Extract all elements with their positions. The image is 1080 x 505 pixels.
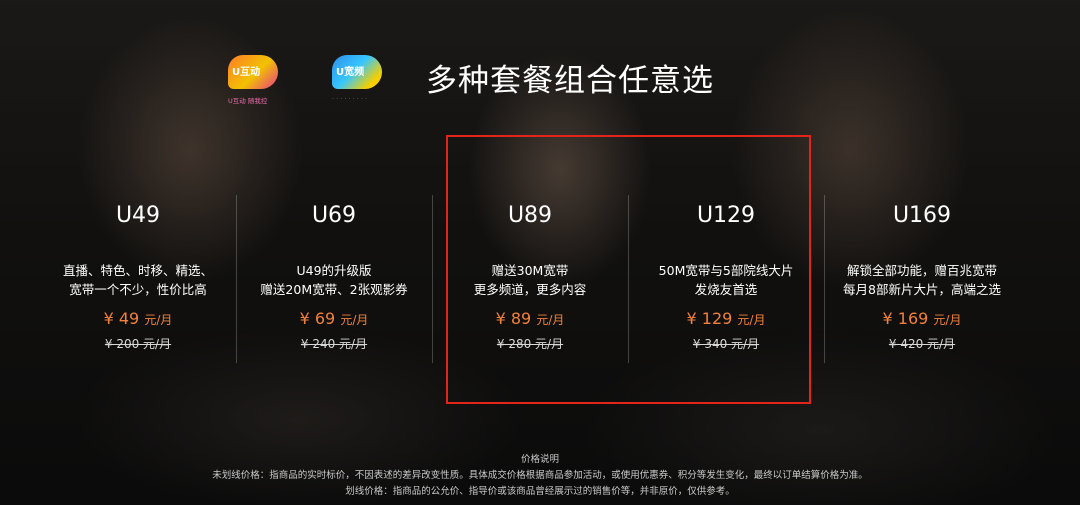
- plan-desc-line2: 宽带一个不少，性价比高: [69, 282, 207, 297]
- plan-price-unit: 元/月: [933, 313, 962, 327]
- u-broadband-logo-tag: U宽频: [336, 67, 365, 78]
- u-interact-logo-tag: U互动: [232, 67, 261, 78]
- u-broadband-logo: U宽频 · · · · · · · · ·: [332, 55, 384, 103]
- price-notes-line1: 未划线价格：指商品的实时标价，不因表述的差异改变性质。具体成交价格根据商品参加活…: [212, 470, 868, 481]
- plan-card-u169[interactable]: U169 解锁全部功能，赠百兆宽带 每月8部新片大片，高端之选 ¥ 169 元/…: [824, 195, 1020, 365]
- plan-price: ¥ 169 元/月: [824, 309, 1020, 331]
- plan-name: U69: [311, 203, 357, 228]
- u-broadband-logo-slogan: · · · · · · · · ·: [332, 95, 368, 103]
- u-interact-logo-slogan: U互动 随我控: [228, 97, 268, 105]
- plan-price-amount: ¥ 49: [103, 309, 140, 328]
- plan-price: ¥ 69 元/月: [236, 309, 432, 331]
- page-title: 多种套餐组合任意选: [426, 63, 714, 99]
- plan-price-amount: ¥ 169: [882, 309, 929, 328]
- plan-name: U169: [892, 203, 952, 228]
- plan-desc-line1: 直播、特色、时移、精选、: [62, 263, 213, 278]
- plan-original-price: ¥ 200 元/月: [104, 337, 172, 351]
- price-notes-line2: 划线价格：指商品的公允价、指导价或该商品曾经展示过的销售价等，并非原价，仅供参考…: [345, 486, 735, 497]
- u-interact-logo: U互动 U互动 随我控: [228, 55, 280, 105]
- plan-price-amount: ¥ 69: [299, 309, 336, 328]
- plan-description: 解锁全部功能，赠百兆宽带 每月8部新片大片，高端之选: [824, 261, 1020, 299]
- plan-price-unit: 元/月: [340, 313, 369, 327]
- plan-desc-line2: 每月8部新片大片，高端之选: [843, 282, 1001, 297]
- plan-price-unit: 元/月: [144, 313, 173, 327]
- price-notes-title: 价格说明: [520, 454, 559, 465]
- plan-description: U49的升级版 赠送20M宽带、2张观影券: [236, 261, 432, 299]
- plan-card-u69[interactable]: U69 U49的升级版 赠送20M宽带、2张观影券 ¥ 69 元/月 ¥ 240…: [236, 195, 432, 365]
- plan-price: ¥ 49 元/月: [40, 309, 236, 331]
- plan-description: 直播、特色、时移、精选、 宽带一个不少，性价比高: [40, 261, 236, 299]
- highlight-frame: [446, 135, 811, 404]
- plan-name: U49: [115, 203, 161, 228]
- plan-original-price: ¥ 420 元/月: [888, 337, 956, 351]
- plan-desc-line1: U49的升级版: [296, 263, 372, 278]
- plan-card-u49[interactable]: U49 直播、特色、时移、精选、 宽带一个不少，性价比高 ¥ 49 元/月 ¥ …: [40, 195, 236, 365]
- plan-desc-line1: 解锁全部功能，赠百兆宽带: [846, 263, 997, 278]
- price-notes: 价格说明 未划线价格：指商品的实时标价，不因表述的差异改变性质。具体成交价格根据…: [0, 452, 1080, 500]
- plan-original-price: ¥ 240 元/月: [300, 337, 368, 351]
- plan-desc-line2: 赠送20M宽带、2张观影券: [260, 282, 408, 297]
